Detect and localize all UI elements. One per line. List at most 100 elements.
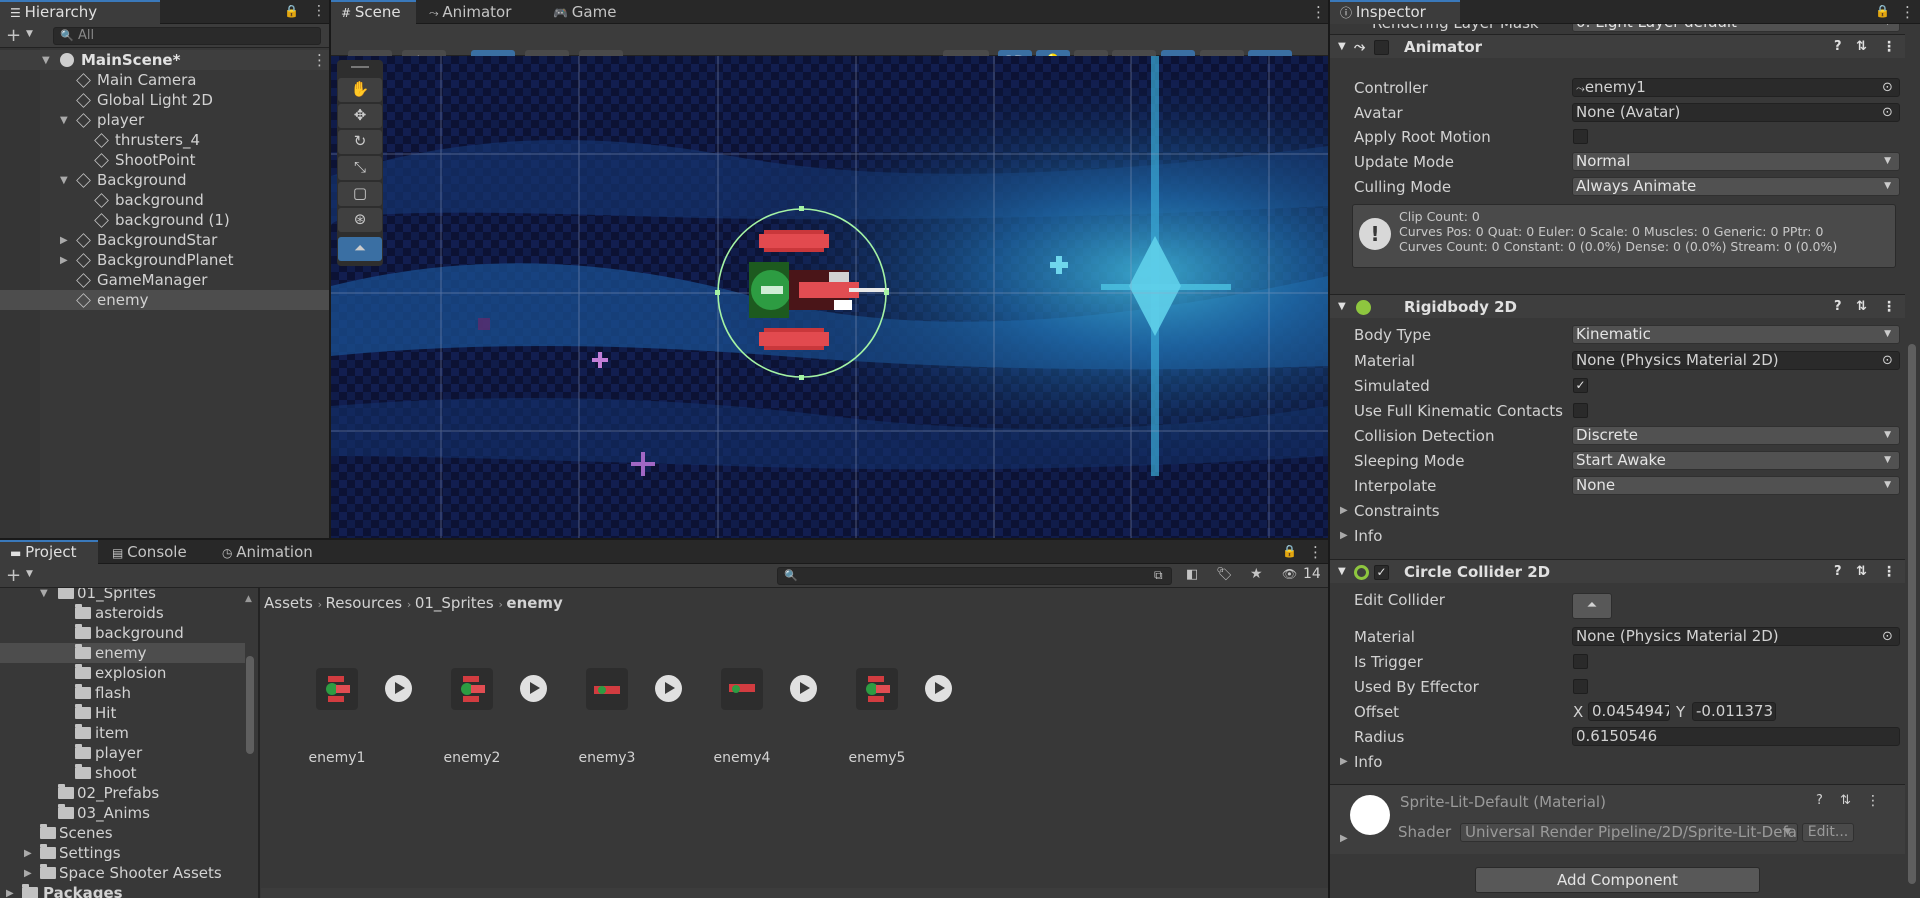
- edit-collider-tool-button[interactable]: ⏶: [338, 237, 382, 261]
- breadcrumb-assets[interactable]: Assets: [264, 594, 313, 612]
- hierarchy-item-shootpoint[interactable]: ShootPoint: [0, 150, 329, 170]
- hierarchy-item-backgroundstar[interactable]: ▶ BackgroundStar: [0, 230, 329, 250]
- tree-item-item[interactable]: item: [0, 723, 245, 743]
- radius-field[interactable]: 0.6150546: [1572, 727, 1900, 746]
- preset-icon[interactable]: ⇅: [1856, 560, 1867, 584]
- preset-icon[interactable]: ⇅: [1856, 295, 1867, 319]
- hierarchy-item-player[interactable]: ▼ player: [0, 110, 329, 130]
- tree-item-flash[interactable]: flash: [0, 683, 245, 703]
- expand-arrow-icon[interactable]: ▼: [40, 588, 48, 604]
- rect-tool-button[interactable]: ▢: [338, 182, 382, 206]
- tree-item-shoot[interactable]: shoot: [0, 763, 245, 783]
- tab-animator[interactable]: ⤳ Animator: [419, 0, 521, 24]
- play-animation-button[interactable]: [925, 675, 952, 702]
- hierarchy-item-enemy[interactable]: enemy: [0, 290, 329, 310]
- lock-icon[interactable]: 🔒: [1875, 4, 1890, 18]
- animator-header[interactable]: ▼ ⤳ Animator ? ⇅ ⋮: [1330, 34, 1905, 58]
- search-by-type-icon[interactable]: ⧉: [1154, 568, 1163, 583]
- kebab-menu-icon[interactable]: ⋮: [312, 50, 327, 70]
- expand-arrow-icon[interactable]: ▶: [24, 864, 32, 884]
- tab-hierarchy[interactable]: ☰ Hierarchy: [0, 0, 160, 24]
- hierarchy-item-background-1[interactable]: background (1): [0, 210, 329, 230]
- transform-tool-button[interactable]: ⊛: [338, 208, 382, 232]
- foldout-arrow-icon[interactable]: ▶: [1340, 500, 1348, 522]
- tab-game[interactable]: 🎮 Game: [543, 0, 626, 24]
- asset-enemy1-thumbnail[interactable]: [316, 668, 358, 710]
- avatar-field[interactable]: None (Avatar): [1572, 103, 1900, 122]
- asset-enemy5-thumbnail[interactable]: [856, 668, 898, 710]
- asset-enemy2-thumbnail[interactable]: [451, 668, 493, 710]
- collision-detection-dropdown[interactable]: Discrete: [1572, 426, 1900, 445]
- expand-arrow-icon[interactable]: ▶: [60, 231, 68, 251]
- kebab-menu-icon[interactable]: ⋮: [1882, 560, 1896, 584]
- chevron-down-icon[interactable]: ▼: [26, 569, 33, 579]
- expand-arrow-icon[interactable]: ▶: [24, 844, 32, 864]
- hierarchy-item-main-camera[interactable]: Main Camera: [0, 70, 329, 90]
- kebab-menu-icon[interactable]: ⋮: [1900, 3, 1915, 21]
- scene-viewport[interactable]: [331, 56, 1328, 538]
- hierarchy-item-background-group[interactable]: ▼ Background: [0, 170, 329, 190]
- kebab-menu-icon[interactable]: ⋮: [1866, 793, 1880, 809]
- hierarchy-search-input[interactable]: 🔍 All: [53, 27, 321, 45]
- breadcrumb-01-sprites[interactable]: 01_Sprites: [415, 594, 494, 612]
- foldout-arrow-icon[interactable]: ▼: [1338, 35, 1346, 59]
- controller-field[interactable]: ⤳enemy1: [1572, 78, 1900, 97]
- object-picker-icon[interactable]: ⊙: [1882, 350, 1893, 372]
- foldout-arrow-icon[interactable]: ▶: [1340, 525, 1348, 547]
- tab-project[interactable]: ▬ Project: [0, 540, 98, 564]
- play-animation-button[interactable]: [385, 675, 412, 702]
- foldout-arrow-icon[interactable]: ▼: [1338, 295, 1346, 319]
- expand-arrow-icon[interactable]: ▼: [60, 171, 68, 191]
- project-search-input[interactable]: 🔍: [777, 567, 1172, 585]
- tree-item-02-prefabs[interactable]: 02_Prefabs: [0, 783, 245, 803]
- kebab-menu-icon[interactable]: ⋮: [1308, 543, 1323, 561]
- expand-arrow-icon[interactable]: ▶: [6, 884, 14, 898]
- help-icon[interactable]: ?: [1816, 793, 1823, 808]
- constraints-foldout[interactable]: ▶ Constraints: [1330, 500, 1905, 522]
- tree-item-space-shooter-assets[interactable]: ▶ Space Shooter Assets: [0, 863, 245, 883]
- add-plus-icon[interactable]: +: [6, 565, 21, 586]
- expand-arrow-icon[interactable]: ▶: [60, 251, 68, 271]
- hierarchy-item-background[interactable]: background: [0, 190, 329, 210]
- scale-tool-button[interactable]: ⤡: [338, 156, 382, 180]
- foldout-arrow-icon[interactable]: ▼: [1338, 560, 1346, 584]
- tree-item-settings[interactable]: ▶ Settings: [0, 843, 245, 863]
- tree-item-background[interactable]: background: [0, 623, 245, 643]
- tree-item-packages[interactable]: ▶ Packages: [0, 883, 245, 898]
- foldout-arrow-icon[interactable]: ▶: [1340, 751, 1348, 773]
- breadcrumb-resources[interactable]: Resources: [326, 594, 403, 612]
- tree-divider[interactable]: [258, 588, 260, 898]
- help-icon[interactable]: ?: [1834, 295, 1842, 319]
- tree-item-scenes[interactable]: Scenes: [0, 823, 245, 843]
- interpolate-dropdown[interactable]: None: [1572, 476, 1900, 495]
- hierarchy-item-backgroundplanet[interactable]: ▶ BackgroundPlanet: [0, 250, 329, 270]
- rendering-layer-mask-dropdown[interactable]: 0: Light Layer default: [1572, 24, 1900, 32]
- tree-item-player[interactable]: player: [0, 743, 245, 763]
- expand-arrow-icon[interactable]: ▼: [60, 111, 68, 131]
- chevron-down-icon[interactable]: ▼: [26, 29, 33, 39]
- simulated-checkbox[interactable]: ✓: [1573, 378, 1588, 393]
- enabled-checkbox[interactable]: ✓: [1374, 565, 1389, 580]
- play-animation-button[interactable]: [790, 675, 817, 702]
- collider-info-foldout[interactable]: ▶ Info: [1330, 751, 1905, 773]
- kebab-menu-icon[interactable]: ⋮: [1311, 3, 1326, 21]
- tab-inspector[interactable]: ⓘ Inspector: [1330, 0, 1460, 24]
- is-trigger-checkbox[interactable]: [1573, 654, 1588, 669]
- apply-root-motion-checkbox[interactable]: [1573, 129, 1588, 144]
- tab-console[interactable]: ▤ Console: [102, 540, 197, 564]
- filter-type-icon[interactable]: ◧: [1186, 567, 1198, 582]
- add-plus-icon[interactable]: +: [6, 25, 21, 46]
- enemy-sprite[interactable]: [709, 200, 899, 390]
- rb-info-foldout[interactable]: ▶ Info: [1330, 525, 1905, 547]
- tree-item-hit[interactable]: Hit: [0, 703, 245, 723]
- shader-edit-button[interactable]: Edit...: [1802, 823, 1854, 842]
- offset-y-field[interactable]: -0.011373: [1692, 702, 1776, 721]
- rigidbody2d-header[interactable]: ▼ Rigidbody 2D ? ⇅ ⋮: [1330, 294, 1905, 318]
- tree-item-01-sprites[interactable]: ▼ 01_Sprites: [0, 588, 245, 603]
- hierarchy-item-gamemanager[interactable]: GameManager: [0, 270, 329, 290]
- hierarchy-item-global-light[interactable]: Global Light 2D: [0, 90, 329, 110]
- play-animation-button[interactable]: [655, 675, 682, 702]
- scroll-up-arrow-icon[interactable]: ▲: [245, 594, 252, 604]
- lock-icon[interactable]: 🔒: [284, 4, 299, 18]
- move-tool-button[interactable]: ✥: [338, 104, 382, 128]
